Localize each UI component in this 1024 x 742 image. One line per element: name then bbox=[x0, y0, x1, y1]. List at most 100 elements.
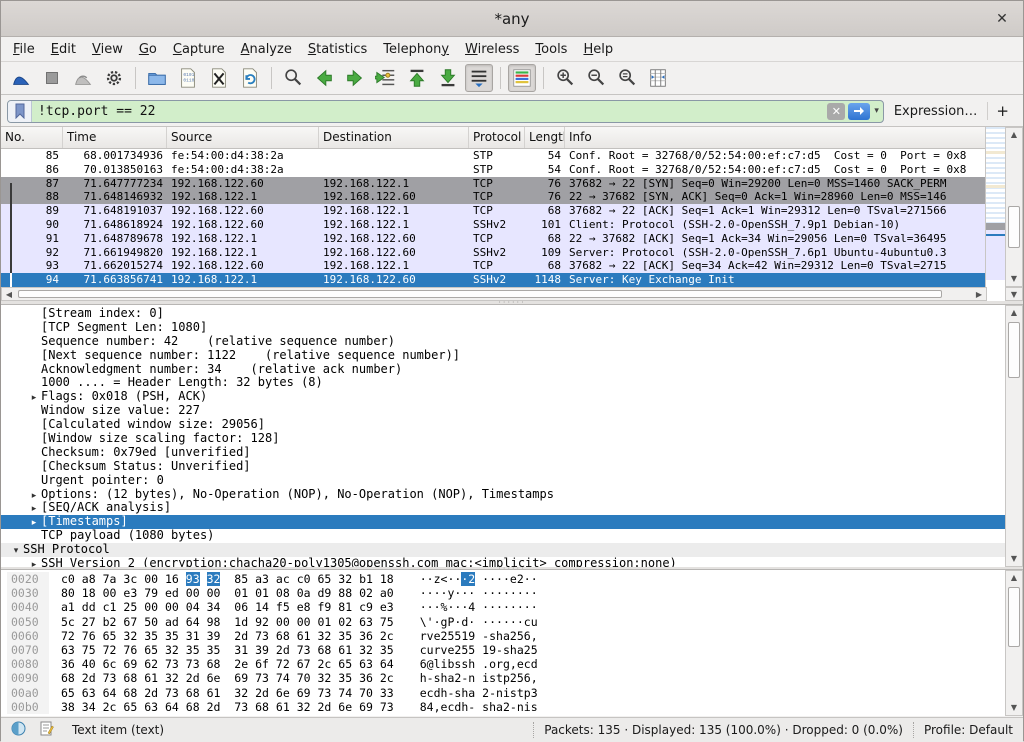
profile-selector[interactable]: Profile: Default bbox=[924, 723, 1013, 737]
packet-row[interactable]: 9171.648789678192.168.122.1192.168.122.6… bbox=[1, 232, 987, 246]
capture-options-icon[interactable] bbox=[100, 64, 128, 92]
packet-list-vscrollbar[interactable]: ▲ ▼ bbox=[1005, 127, 1023, 287]
find-packet-icon[interactable] bbox=[279, 64, 307, 92]
hex-row[interactable]: 00b038 34 2c 65 63 64 68 2d 73 68 61 32 … bbox=[7, 700, 538, 714]
zoom-in-icon[interactable] bbox=[551, 64, 579, 92]
packet-row[interactable]: 9471.663856741192.168.122.1192.168.122.6… bbox=[1, 273, 987, 287]
go-first-icon[interactable] bbox=[403, 64, 431, 92]
hex-row[interactable]: 0040a1 dd c1 25 00 00 04 34 06 14 f5 e8 … bbox=[7, 600, 538, 614]
detail-line[interactable]: 1000 .... = Header Length: 32 bytes (8) bbox=[1, 376, 1005, 390]
hex-row[interactable]: 008036 40 6c 69 62 73 73 68 2e 6f 72 67 … bbox=[7, 657, 538, 671]
detail-line[interactable]: ▾SSH Protocol bbox=[1, 543, 1005, 557]
vscroll-thumb[interactable] bbox=[1008, 587, 1020, 647]
detail-line[interactable]: ▸Flags: 0x018 (PSH, ACK) bbox=[1, 390, 1005, 404]
reload-file-icon[interactable] bbox=[236, 64, 264, 92]
display-filter-field[interactable]: !tcp.port == 22 ✕ ▾ bbox=[7, 100, 884, 123]
go-forward-icon[interactable] bbox=[341, 64, 369, 92]
stop-capture-icon[interactable] bbox=[38, 64, 66, 92]
colorize-icon[interactable] bbox=[508, 64, 536, 92]
column-header-no[interactable]: No. bbox=[1, 127, 63, 148]
zoom-reset-icon[interactable] bbox=[613, 64, 641, 92]
detail-line[interactable]: Urgent pointer: 0 bbox=[1, 474, 1005, 488]
resize-columns-icon[interactable] bbox=[644, 64, 672, 92]
detail-line[interactable]: Sequence number: 42 (relative sequence n… bbox=[1, 335, 1005, 349]
vscroll-thumb[interactable] bbox=[1008, 206, 1020, 248]
detail-line[interactable]: Checksum: 0x79ed [unverified] bbox=[1, 446, 1005, 460]
expand-icon[interactable]: ▸ bbox=[27, 392, 41, 404]
menu-analyze[interactable]: Analyze bbox=[233, 39, 300, 60]
packet-row[interactable]: 8670.013850163fe:54:00:d4:38:2aSTP54Conf… bbox=[1, 163, 987, 177]
column-header-info[interactable]: Info bbox=[565, 127, 987, 148]
scroll-right-icon[interactable]: ▶ bbox=[972, 288, 986, 302]
hscroll-thumb[interactable] bbox=[18, 290, 942, 298]
hex-row[interactable]: 00a065 63 64 68 2d 73 68 61 32 2d 6e 69 … bbox=[7, 686, 538, 700]
detail-line[interactable]: [TCP Segment Len: 1080] bbox=[1, 321, 1005, 335]
scroll-up-icon[interactable]: ▲ bbox=[1006, 128, 1022, 142]
go-last-icon[interactable] bbox=[434, 64, 462, 92]
filter-history-caret-icon[interactable]: ▾ bbox=[873, 106, 883, 116]
column-header-length[interactable]: Length bbox=[525, 127, 565, 148]
scroll-down-icon[interactable]: ▼ bbox=[1006, 701, 1022, 715]
scroll-down-icon[interactable]: ▼ bbox=[1006, 288, 1022, 302]
column-header-source[interactable]: Source bbox=[167, 127, 319, 148]
expand-icon[interactable]: ▸ bbox=[27, 490, 41, 502]
detail-line[interactable]: ▸Options: (12 bytes), No-Operation (NOP)… bbox=[1, 488, 1005, 502]
menu-edit[interactable]: Edit bbox=[43, 39, 84, 60]
capture-comment-icon[interactable] bbox=[40, 721, 54, 739]
collapse-icon[interactable]: ▾ bbox=[9, 545, 23, 557]
detail-line[interactable]: [Checksum Status: Unverified] bbox=[1, 460, 1005, 474]
column-header-protocol[interactable]: Protocol bbox=[469, 127, 525, 148]
expression-button[interactable]: Expression… bbox=[890, 104, 982, 119]
hex-row[interactable]: 0020c0 a8 7a 3c 00 16 93 32 85 a3 ac c0 … bbox=[7, 572, 538, 586]
detail-line[interactable]: TCP payload (1080 bytes) bbox=[1, 529, 1005, 543]
zoom-out-icon[interactable] bbox=[582, 64, 610, 92]
menu-go[interactable]: Go bbox=[131, 39, 165, 60]
add-filter-button[interactable]: + bbox=[987, 102, 1017, 120]
expand-icon[interactable]: ▸ bbox=[27, 503, 41, 515]
detail-line[interactable]: [Window size scaling factor: 128] bbox=[1, 432, 1005, 446]
packet-row[interactable]: 8871.648146932192.168.122.1192.168.122.6… bbox=[1, 190, 987, 204]
detail-line[interactable]: ▸[SEQ/ACK analysis] bbox=[1, 501, 1005, 515]
close-window-icon[interactable]: ✕ bbox=[993, 10, 1011, 28]
scroll-left-icon[interactable]: ◀ bbox=[2, 288, 16, 302]
detail-vscrollbar[interactable]: ▲ ▼ bbox=[1005, 305, 1023, 567]
hex-row[interactable]: 006072 76 65 32 35 35 31 39 2d 73 68 61 … bbox=[7, 629, 538, 643]
restart-capture-icon[interactable] bbox=[69, 64, 97, 92]
detail-line[interactable]: [Stream index: 0] bbox=[1, 307, 1005, 321]
packet-row[interactable]: 9071.648618924192.168.122.60192.168.122.… bbox=[1, 218, 987, 232]
detail-line[interactable]: [Next sequence number: 1122 (relative se… bbox=[1, 349, 1005, 363]
menu-wireless[interactable]: Wireless bbox=[457, 39, 527, 60]
menu-capture[interactable]: Capture bbox=[165, 39, 233, 60]
packet-row[interactable]: 8568.001734936fe:54:00:d4:38:2aSTP54Conf… bbox=[1, 149, 987, 163]
packet-row[interactable]: 9371.662015274192.168.122.60192.168.122.… bbox=[1, 259, 987, 273]
hex-vscrollbar[interactable]: ▲ ▼ bbox=[1005, 570, 1023, 716]
auto-scroll-icon[interactable] bbox=[465, 64, 493, 92]
packet-list-minimap[interactable] bbox=[985, 127, 1005, 287]
column-header-time[interactable]: Time bbox=[63, 127, 167, 148]
hex-row[interactable]: 009068 2d 73 68 61 32 2d 6e 69 73 74 70 … bbox=[7, 671, 538, 685]
expand-icon[interactable]: ▸ bbox=[27, 559, 41, 567]
go-back-icon[interactable] bbox=[310, 64, 338, 92]
filter-clear-icon[interactable]: ✕ bbox=[827, 103, 845, 120]
open-file-icon[interactable] bbox=[143, 64, 171, 92]
menu-tools[interactable]: Tools bbox=[527, 39, 575, 60]
scroll-up-icon[interactable]: ▲ bbox=[1006, 571, 1022, 585]
detail-line[interactable]: ▸[Timestamps] bbox=[1, 515, 1005, 529]
hex-row[interactable]: 00505c 27 b2 67 50 ad 64 98 1d 92 00 00 … bbox=[7, 615, 538, 629]
scroll-up-icon[interactable]: ▲ bbox=[1006, 306, 1022, 320]
start-capture-icon[interactable] bbox=[7, 64, 35, 92]
menu-help[interactable]: Help bbox=[575, 39, 621, 60]
scroll-down-icon[interactable]: ▼ bbox=[1006, 272, 1022, 286]
scroll-down-icon[interactable]: ▼ bbox=[1006, 552, 1022, 566]
packet-row[interactable]: 9271.661949820192.168.122.1192.168.122.6… bbox=[1, 246, 987, 260]
display-filter-input[interactable]: !tcp.port == 22 bbox=[32, 104, 827, 119]
filter-apply-icon[interactable] bbox=[848, 103, 870, 120]
detail-line[interactable]: Window size value: 227 bbox=[1, 404, 1005, 418]
menu-telephony[interactable]: Telephony bbox=[375, 39, 457, 60]
go-to-packet-icon[interactable] bbox=[372, 64, 400, 92]
expand-icon[interactable]: ▸ bbox=[27, 517, 41, 529]
save-file-icon[interactable]: 01010110 bbox=[174, 64, 202, 92]
close-file-icon[interactable] bbox=[205, 64, 233, 92]
menu-statistics[interactable]: Statistics bbox=[300, 39, 375, 60]
menu-file[interactable]: File bbox=[5, 39, 43, 60]
